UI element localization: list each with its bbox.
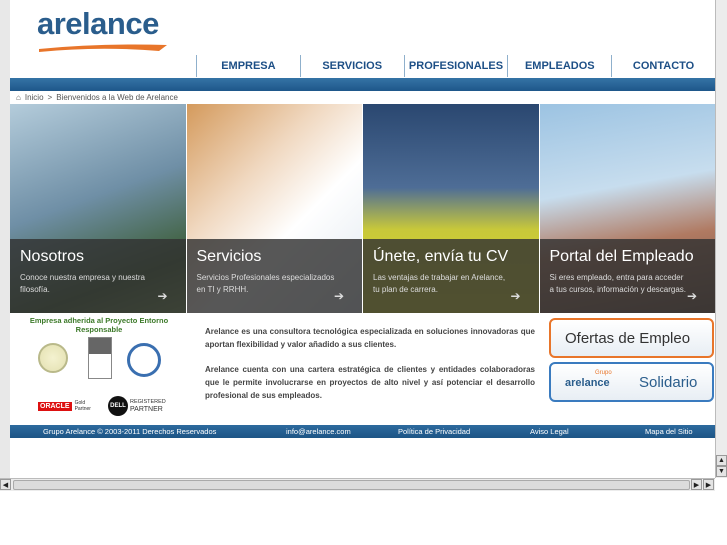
- footer-email-link[interactable]: info@arelance.com: [286, 427, 351, 436]
- breadcrumb-current: Bienvenidos a la Web de Arelance: [56, 93, 178, 102]
- panel-desc: Servicios Profesionales especializados e…: [196, 273, 335, 294]
- panel-unete[interactable]: Únete, envía tu CV Las ventajas de traba…: [363, 104, 539, 313]
- footer-copyright: Grupo Arelance © 2003-2011 Derechos Rese…: [43, 427, 217, 436]
- panel-caption: Únete, envía tu CV Las ventajas de traba…: [363, 239, 539, 313]
- intro-text: Arelance es una consultora tecnológica e…: [205, 325, 535, 414]
- feature-panels: Nosotros Conoce nuestra empresa y nuestr…: [10, 104, 715, 313]
- dell-partner-label: REGISTERED PARTNER: [130, 399, 166, 414]
- panel-caption: Nosotros Conoce nuestra empresa y nuestr…: [10, 239, 186, 313]
- panel-desc: Si eres empleado, entra para acceder a t…: [549, 273, 687, 294]
- nav-contacto[interactable]: CONTACTO: [611, 55, 715, 77]
- oracle-partner-label: Gold Partner: [74, 400, 91, 412]
- breadcrumb-home[interactable]: Inicio: [25, 93, 44, 102]
- scroll-right-icon[interactable]: ▶: [691, 479, 702, 490]
- nav-empleados[interactable]: EMPLEADOS: [507, 55, 611, 77]
- panel-caption: Portal del Empleado Si eres empleado, en…: [539, 239, 715, 313]
- solidario-label: Solidario: [639, 373, 698, 391]
- intro-paragraph: Arelance cuenta con una cartera estratég…: [205, 365, 535, 400]
- dell-partner-logo[interactable]: DELL REGISTERED PARTNER: [108, 395, 168, 417]
- scroll-thumb[interactable]: [13, 480, 690, 490]
- nav-profesionales[interactable]: PROFESIONALES: [403, 55, 508, 77]
- entorno-label: Empresa adherida al Proyecto Entorno Res…: [29, 316, 169, 334]
- arrow-right-icon[interactable]: ➔: [157, 289, 167, 303]
- site-page: arelance EMPRESA SERVICIOS PROFESIONALES…: [10, 0, 715, 478]
- nav-empresa[interactable]: EMPRESA: [196, 55, 300, 77]
- panel-caption: Servicios Servicios Profesionales especi…: [186, 239, 362, 313]
- arrow-right-icon[interactable]: ➔: [510, 289, 520, 303]
- ofertas-empleo-button[interactable]: Ofertas de Empleo: [549, 318, 714, 358]
- footer-sitemap-link[interactable]: Mapa del Sitio: [645, 427, 693, 436]
- logo-text: arelance: [37, 6, 159, 41]
- panel-desc: Las ventajas de trabajar en Arelance, tu…: [373, 273, 506, 294]
- intro-paragraph: Arelance es una consultora tecnológica e…: [205, 327, 535, 349]
- logo-swoosh-icon: [39, 44, 167, 52]
- solidario-logo-text: arelance: [565, 377, 610, 389]
- panel-title: Únete, envía tu CV: [373, 248, 509, 265]
- footer-privacy-link[interactable]: Política de Privacidad: [398, 427, 470, 436]
- header-bar: [10, 78, 715, 91]
- main-nav: EMPRESA SERVICIOS PROFESIONALES EMPLEADO…: [196, 55, 715, 77]
- dell-logo-icon: DELL: [108, 396, 128, 416]
- grupo-label: Grupo: [595, 370, 612, 376]
- solidario-logo: Grupo arelance: [565, 370, 625, 394]
- header: arelance EMPRESA SERVICIOS PROFESIONALES…: [10, 0, 715, 92]
- panel-portal-empleado[interactable]: Portal del Empleado Si eres empleado, en…: [539, 104, 715, 313]
- arrow-right-icon[interactable]: ➔: [687, 289, 697, 303]
- panel-nosotros[interactable]: Nosotros Conoce nuestra empresa y nuestr…: [10, 104, 186, 313]
- arrow-right-icon[interactable]: ➔: [334, 289, 344, 303]
- home-icon: ⌂: [16, 93, 21, 102]
- logo[interactable]: arelance: [37, 6, 177, 52]
- panel-title: Portal del Empleado: [549, 248, 694, 265]
- oracle-partner-logo[interactable]: ORACLE Gold Partner: [38, 399, 108, 413]
- scroll-left-icon[interactable]: ◀: [0, 479, 11, 490]
- scroll-up-icon[interactable]: ▲: [716, 455, 727, 466]
- breadcrumb-separator: >: [47, 93, 53, 102]
- leaf-seal-icon[interactable]: [38, 343, 68, 373]
- scroll-right-end-icon[interactable]: ▶: [703, 479, 714, 490]
- footer: Grupo Arelance © 2003-2011 Derechos Rese…: [10, 425, 715, 438]
- dell-partner: PARTNER: [130, 405, 163, 413]
- panel-servicios[interactable]: Servicios Servicios Profesionales especi…: [186, 104, 362, 313]
- scroll-down-icon[interactable]: ▼: [716, 466, 727, 477]
- vertical-scrollbar[interactable]: ▲ ▼: [715, 0, 727, 478]
- content-area: Empresa adherida al Proyecto Entorno Res…: [10, 313, 715, 425]
- panel-title: Nosotros: [20, 248, 85, 265]
- aenor-certification-icon[interactable]: [88, 337, 112, 379]
- breadcrumb: ⌂ Inicio > Bienvenidos a la Web de Arela…: [16, 93, 178, 102]
- ofertas-empleo-label: Ofertas de Empleo: [565, 329, 691, 347]
- panel-desc: Conoce nuestra empresa y nuestra filosof…: [20, 273, 145, 294]
- nav-servicios[interactable]: SERVICIOS: [299, 55, 404, 77]
- horizontal-scrollbar[interactable]: ◀ ▶ ▶: [0, 478, 715, 491]
- browser-viewport: arelance EMPRESA SERVICIOS PROFESIONALES…: [0, 0, 715, 478]
- quality-seal-icon[interactable]: [127, 343, 161, 377]
- dell-registered: REGISTERED: [130, 398, 166, 405]
- panel-title: Servicios: [196, 248, 262, 265]
- footer-legal-link[interactable]: Aviso Legal: [530, 427, 569, 436]
- grupo-solidario-button[interactable]: Grupo arelance Solidario: [549, 362, 714, 402]
- oracle-logo-text: ORACLE: [38, 401, 72, 411]
